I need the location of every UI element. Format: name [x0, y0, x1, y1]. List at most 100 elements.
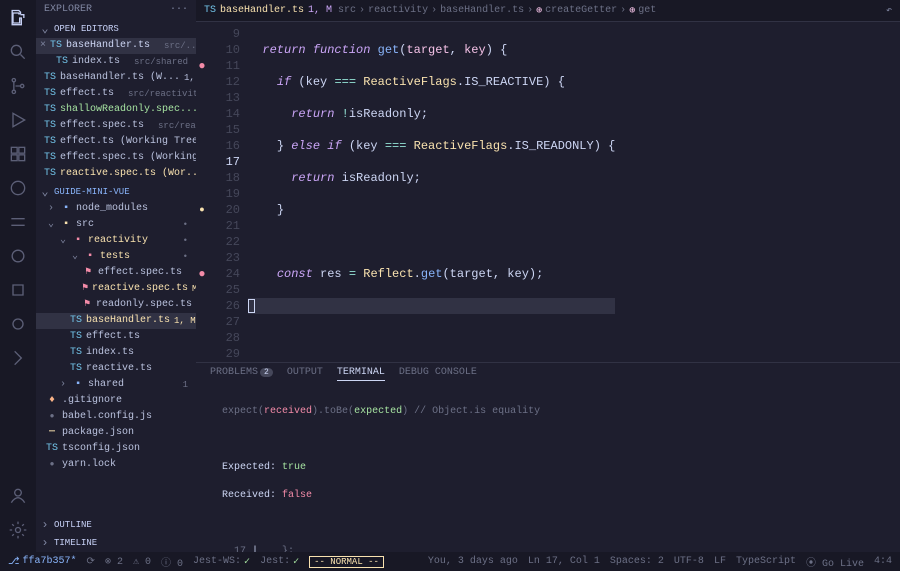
ts-icon: TS — [70, 346, 82, 360]
open-editor-item[interactable]: TSeffect.ts src/reactivity — [36, 86, 196, 102]
indentation[interactable]: Spaces: 2 — [610, 556, 664, 567]
tree-folder[interactable]: ⌄▪src• — [36, 217, 196, 233]
open-editor-item[interactable]: TSreactive.spec.ts (Wor...M — [36, 166, 196, 182]
test-icon: ⚑ — [82, 282, 88, 296]
undo-icon[interactable]: ↶ — [886, 5, 892, 17]
tree-folder[interactable]: ›▪shared1 — [36, 377, 196, 393]
git-blame[interactable]: You, 3 days ago — [428, 556, 518, 567]
test-icon: ⚑ — [82, 298, 92, 312]
tree-file[interactable]: ⋯package.json — [36, 425, 196, 441]
go-live[interactable]: ⦿ Go Live — [806, 554, 864, 570]
tree-file[interactable]: TSindex.ts — [36, 345, 196, 361]
jest-status[interactable]: Jest-WS: ✓ — [193, 556, 250, 568]
git-branch[interactable]: ⎇ ffa7b357* — [8, 556, 77, 568]
status-info[interactable]: ⓘ 0 — [161, 554, 183, 570]
tree-file[interactable]: ⚑effect.spec.ts — [36, 265, 196, 281]
tree-file[interactable]: ⚑readonly.spec.ts — [36, 297, 196, 313]
jest-status[interactable]: Jest: ✓ — [260, 556, 299, 568]
method-icon: ⊕ — [629, 5, 635, 17]
tree-file[interactable]: ♦.gitignore — [36, 393, 196, 409]
line-numbers: 9101112131415161718192021222324252627282… — [208, 22, 248, 362]
source-control-icon[interactable] — [8, 76, 28, 100]
breadcrumb[interactable]: src›reactivity›baseHandler.ts›⊕createGet… — [338, 5, 656, 17]
tree-file[interactable]: TStsconfig.json — [36, 441, 196, 457]
sidebar-extra-icon[interactable] — [8, 314, 28, 338]
folder-open-icon: ▪ — [84, 250, 96, 264]
ts-icon: TS — [70, 314, 82, 328]
tree-file[interactable]: TSeffect.ts — [36, 329, 196, 345]
method-icon: ⊕ — [536, 5, 542, 17]
test-icon: ⚑ — [82, 266, 94, 280]
search-icon[interactable] — [8, 42, 28, 66]
code-editor[interactable]: ●●● 910111213141516171819202122232425262… — [196, 22, 900, 362]
editor-tab[interactable]: TS baseHandler.ts 1, M — [204, 5, 332, 16]
config-icon: ● — [46, 410, 58, 424]
open-editors-header[interactable]: OPEN EDITORS — [36, 19, 196, 38]
open-editor-item[interactable]: TSeffect.ts (Working Tree) sr... — [36, 134, 196, 150]
tree-folder[interactable]: ⌄▪reactivity• — [36, 233, 196, 249]
notifications[interactable]: 4:4 — [874, 556, 892, 567]
sidebar-extra-icon[interactable] — [8, 348, 28, 372]
account-icon[interactable] — [8, 486, 28, 510]
sidebar-extra-icon[interactable] — [8, 280, 28, 304]
sidebar: EXPLORER··· OPEN EDITORS ×TSbaseHandler.… — [36, 0, 196, 552]
tree-folder[interactable]: ⌄▪tests• — [36, 249, 196, 265]
explorer-icon[interactable] — [8, 8, 28, 32]
ts-icon: TS — [204, 5, 216, 16]
open-editor-item[interactable]: TSeffect.spec.ts (Working Tr... — [36, 150, 196, 166]
extensions-icon[interactable] — [8, 144, 28, 168]
json-icon: ⋯ — [46, 426, 58, 440]
git-sync[interactable]: ⟳ — [87, 556, 95, 568]
timeline-header[interactable]: TIMELINE — [36, 534, 196, 552]
ts-icon: TS — [44, 119, 56, 133]
open-editor-item[interactable]: TSindex.ts src/shared — [36, 54, 196, 70]
gutter-marks: ●●● — [196, 22, 208, 362]
folder-open-icon: ▪ — [72, 234, 84, 248]
sidebar-extra-icon[interactable] — [8, 212, 28, 236]
tree-folder[interactable]: ›▪node_modules — [36, 201, 196, 217]
code-content[interactable]: return function get(target, key) { if (k… — [248, 22, 615, 362]
tree-file[interactable]: ●babel.config.js — [36, 409, 196, 425]
sidebar-extra-icon[interactable] — [8, 246, 28, 270]
modified-badge: 1, M — [308, 5, 332, 16]
open-editor-item[interactable]: TSbaseHandler.ts (W...1, M — [36, 70, 196, 86]
debug-icon[interactable] — [8, 110, 28, 134]
tab-output[interactable]: OUTPUT — [287, 367, 323, 381]
ts-icon: TS — [44, 151, 56, 165]
folder-open-icon: ▪ — [60, 218, 72, 232]
tab-debug-console[interactable]: DEBUG CONSOLE — [399, 367, 477, 381]
encoding[interactable]: UTF-8 — [674, 556, 704, 567]
ts-icon: TS — [70, 362, 82, 376]
status-bar: ⎇ ffa7b357* ⟳ ⊗ 2 ⚠ 0 ⓘ 0 Jest-WS: ✓ Jes… — [0, 552, 900, 571]
ts-icon: TS — [44, 87, 56, 101]
open-editor-item[interactable]: TSeffect.spec.ts src/reactivity/... — [36, 118, 196, 134]
project-header[interactable]: GUIDE-MINI-VUE — [36, 182, 196, 201]
settings-icon[interactable] — [8, 520, 28, 544]
tree-file[interactable]: ●yarn.lock — [36, 457, 196, 473]
status-warnings[interactable]: ⚠ 0 — [133, 556, 151, 568]
tab-problems[interactable]: PROBLEMS2 — [210, 367, 273, 381]
git-icon: ♦ — [46, 394, 58, 408]
cursor-position[interactable]: Ln 17, Col 1 — [528, 556, 600, 567]
more-icon[interactable]: ··· — [170, 4, 188, 15]
outline-header[interactable]: OUTLINE — [36, 516, 196, 534]
editor-area: TS baseHandler.ts 1, M src›reactivity›ba… — [196, 0, 900, 552]
eol[interactable]: LF — [714, 556, 726, 567]
ts-icon: TS — [44, 71, 56, 85]
sidebar-extra-icon[interactable] — [8, 178, 28, 202]
folder-icon: ▪ — [72, 378, 84, 392]
open-editor-item[interactable]: TSshallowReadonly.spec...1 — [36, 102, 196, 118]
tree-file[interactable]: TSbaseHandler.ts1, M — [36, 313, 196, 329]
sidebar-title: EXPLORER··· — [36, 0, 196, 19]
cursor — [248, 299, 255, 313]
close-icon[interactable]: × — [40, 39, 46, 53]
status-errors[interactable]: ⊗ 2 — [105, 556, 123, 568]
activity-bar — [0, 0, 36, 552]
tree-file[interactable]: ⚑reactive.spec.tsM — [36, 281, 196, 297]
tree-file[interactable]: TSreactive.ts — [36, 361, 196, 377]
open-editor-item[interactable]: ×TSbaseHandler.ts src/..1, M — [36, 38, 196, 54]
language-mode[interactable]: TypeScript — [736, 556, 796, 567]
terminal-output[interactable]: expect(received).toBe(expected) // Objec… — [196, 385, 900, 552]
tab-terminal[interactable]: TERMINAL — [337, 367, 385, 381]
ts-icon: TS — [44, 167, 56, 181]
